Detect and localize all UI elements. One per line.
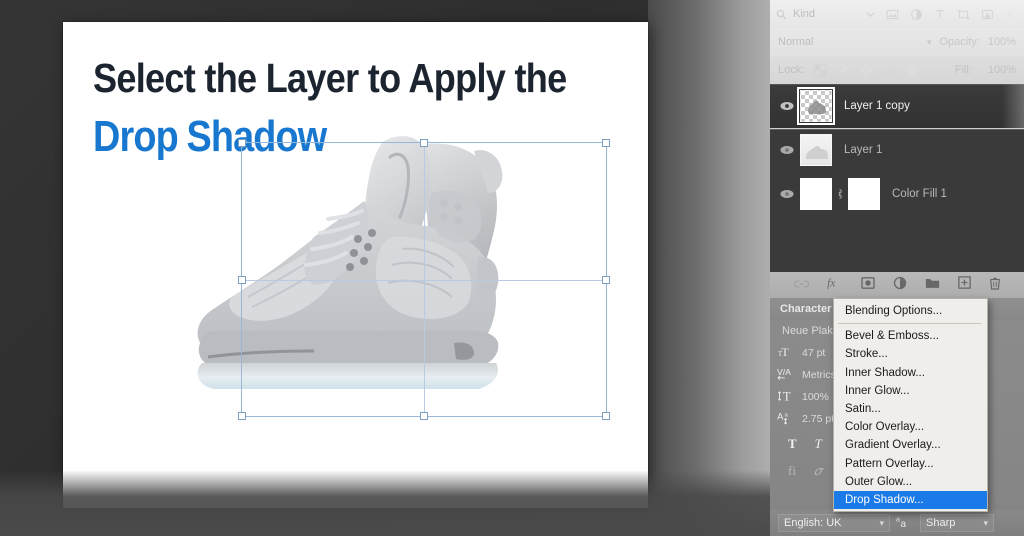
mask-link-icon[interactable] xyxy=(832,187,846,201)
lock-artboard-icon[interactable] xyxy=(883,64,896,77)
contextual-alternates-icon[interactable]: 𝜎 xyxy=(814,463,822,479)
character-panel-footer[interactable]: English: UK ▾ aa Sharp ▾ xyxy=(770,510,1024,536)
layer-thumbnail[interactable] xyxy=(797,87,835,125)
svg-text:A: A xyxy=(777,411,784,421)
opacity-label: Opacity: xyxy=(939,36,980,48)
document-canvas[interactable]: Select the Layer to Apply the Drop Shadow xyxy=(63,22,648,508)
menu-item-color-overlay[interactable]: Color Overlay... xyxy=(834,418,987,436)
chevron-down-icon: ▾ xyxy=(879,517,884,528)
layers-filter-row[interactable]: Kind xyxy=(770,0,1024,28)
menu-item-satin[interactable]: Satin... xyxy=(834,400,987,418)
filter-toggle-icon[interactable] xyxy=(1005,10,1014,19)
lock-label: Lock: xyxy=(778,64,805,76)
standard-ligatures-icon[interactable]: fi xyxy=(788,463,796,479)
filter-type-icons[interactable] xyxy=(866,8,1018,21)
sneaker-image xyxy=(197,136,503,389)
lock-all-icon[interactable] xyxy=(906,63,918,77)
selection-handle-middle-right[interactable] xyxy=(602,275,610,284)
photoshop-workspace: Select the Layer to Apply the Drop Shadow xyxy=(0,0,770,536)
menu-item-bevel-emboss[interactable]: Bevel & Emboss... xyxy=(834,327,987,345)
font-size-icon: TT xyxy=(776,345,796,362)
adjustment-layer-icon[interactable] xyxy=(910,8,923,21)
svg-text:V/A: V/A xyxy=(777,367,791,377)
svg-text:T: T xyxy=(783,389,791,403)
menu-item-pattern-overlay[interactable]: Pattern Overlay... xyxy=(834,455,987,473)
delete-layer-icon[interactable] xyxy=(989,276,1001,295)
layer-name[interactable]: Layer 1 copy xyxy=(844,100,910,112)
vertical-scale-icon: T xyxy=(776,389,796,406)
menu-item-inner-shadow[interactable]: Inner Shadow... xyxy=(834,364,987,382)
svg-text:fx: fx xyxy=(827,277,835,289)
blend-mode-row[interactable]: Normal ▾ Opacity: 100% xyxy=(770,28,1024,56)
layer-name[interactable]: Color Fill 1 xyxy=(892,188,947,200)
smart-object-icon[interactable] xyxy=(981,8,994,21)
eye-icon[interactable] xyxy=(778,189,796,199)
antialiasing-select[interactable]: Sharp ▾ xyxy=(920,514,994,532)
antialiasing-value: Sharp xyxy=(926,517,956,529)
selection-handle-bottom-center[interactable] xyxy=(420,412,428,420)
adjustment-icon[interactable] xyxy=(893,276,907,295)
kerning-icon: V/A xyxy=(776,366,796,384)
menu-item-gradient-overlay[interactable]: Gradient Overlay... xyxy=(834,436,987,454)
bold-icon[interactable]: T xyxy=(788,436,797,452)
type-layer-icon[interactable] xyxy=(934,8,946,21)
language-value: English: UK xyxy=(784,517,842,529)
fx-icon[interactable]: fx xyxy=(827,276,843,295)
chevron-down-icon: ▾ xyxy=(983,517,988,528)
anti-aliasing-icon: aa xyxy=(896,514,914,532)
lock-position-icon[interactable] xyxy=(860,63,874,77)
layer-mask-thumbnail[interactable] xyxy=(848,178,880,210)
layer-thumbnail[interactable] xyxy=(800,134,832,166)
fill-label: Fill: xyxy=(954,64,972,76)
selection-handle-bottom-left[interactable] xyxy=(238,412,246,420)
workspace-gradient xyxy=(648,0,770,536)
language-select[interactable]: English: UK ▾ xyxy=(778,514,890,532)
lock-transparency-icon[interactable] xyxy=(814,63,827,77)
layer-row-layer-1[interactable]: Layer 1 xyxy=(770,128,1024,172)
svg-text:a: a xyxy=(784,413,788,419)
selection-handle-bottom-right[interactable] xyxy=(602,412,610,420)
lock-row[interactable]: Lock: Fill: 100% xyxy=(770,56,1024,84)
workspace-bottom-shade xyxy=(0,470,770,536)
menu-item-inner-glow[interactable]: Inner Glow... xyxy=(834,382,987,400)
new-group-icon[interactable] xyxy=(925,276,940,294)
italic-icon[interactable]: T xyxy=(815,436,822,452)
layers-list[interactable]: Layer 1 copy Layer 1 Color Fill 1 xyxy=(770,84,1024,272)
add-mask-icon[interactable] xyxy=(861,276,875,294)
headline-line-1: Select the Layer to Apply the xyxy=(93,55,567,101)
menu-item-stroke[interactable]: Stroke... xyxy=(834,345,987,363)
menu-separator xyxy=(838,323,981,325)
layer-row-layer-1-copy[interactable]: Layer 1 copy xyxy=(770,84,1024,128)
svg-text:a: a xyxy=(896,515,900,524)
menu-item-outer-glow[interactable]: Outer Glow... xyxy=(834,473,987,491)
lock-image-icon[interactable] xyxy=(837,63,850,77)
shape-layer-icon[interactable] xyxy=(957,8,970,21)
blend-mode-value[interactable]: Normal xyxy=(778,36,813,48)
svg-text:a: a xyxy=(901,519,907,529)
baseline-shift-icon: Aa xyxy=(776,410,796,428)
pixel-layer-icon[interactable] xyxy=(886,8,899,21)
layer-styles-context-menu[interactable]: Blending Options... Bevel & Emboss... St… xyxy=(833,298,988,513)
headline-drop: Drop xyxy=(93,112,179,161)
blend-mode-chevron-down-icon[interactable]: ▾ xyxy=(927,37,932,48)
menu-item-blending-options[interactable]: Blending Options... xyxy=(834,302,987,320)
link-layers-icon[interactable] xyxy=(793,276,810,294)
layer-thumbnail[interactable] xyxy=(800,178,832,210)
menu-item-drop-shadow[interactable]: Drop Shadow... xyxy=(834,490,987,510)
eye-icon[interactable] xyxy=(778,145,796,155)
sneaker-artwork[interactable] xyxy=(178,107,568,407)
search-icon[interactable] xyxy=(776,9,787,20)
filter-kind-label[interactable]: Kind xyxy=(793,8,815,20)
layer-name[interactable]: Layer 1 xyxy=(844,144,882,156)
selection-handle-top-right[interactable] xyxy=(602,139,610,147)
fill-value[interactable]: 100% xyxy=(988,64,1016,76)
eye-icon[interactable] xyxy=(778,101,796,111)
layers-toolbar[interactable]: fx xyxy=(770,272,1024,298)
layer-row-color-fill-1[interactable]: Color Fill 1 xyxy=(770,172,1024,216)
chevron-down-icon[interactable] xyxy=(866,10,875,19)
new-layer-icon[interactable] xyxy=(958,276,971,294)
opacity-value[interactable]: 100% xyxy=(988,36,1016,48)
svg-text:T: T xyxy=(781,345,789,359)
